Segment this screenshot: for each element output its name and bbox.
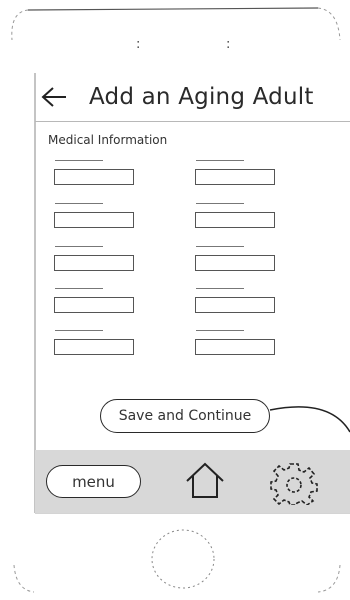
field-label-placeholder	[55, 330, 103, 331]
bottom-nav-bar: menu	[35, 450, 350, 513]
section-label: Medical Information	[48, 133, 168, 147]
field-label-placeholder	[196, 160, 244, 161]
home-icon[interactable]	[185, 462, 225, 500]
gear-icon[interactable]	[270, 461, 318, 505]
field-label-placeholder	[196, 246, 244, 247]
medical-field-input[interactable]	[54, 255, 134, 271]
medical-field-input[interactable]	[54, 297, 134, 313]
medical-field-input[interactable]	[195, 339, 275, 355]
menu-button[interactable]: menu	[46, 465, 141, 498]
field-label-placeholder	[55, 246, 103, 247]
app-screen: Add an Aging Adult Medical Information S…	[35, 73, 350, 513]
medical-field-input[interactable]	[195, 255, 275, 271]
status-dot-right: :	[226, 37, 231, 52]
field-label-placeholder	[196, 288, 244, 289]
medical-field-input[interactable]	[54, 212, 134, 228]
field-label-placeholder	[55, 288, 103, 289]
medical-field-input[interactable]	[195, 212, 275, 228]
field-label-placeholder	[196, 330, 244, 331]
medical-field-input[interactable]	[54, 339, 134, 355]
field-label-placeholder	[55, 160, 103, 161]
home-hardware-button	[151, 529, 215, 589]
medical-field-input[interactable]	[195, 297, 275, 313]
medical-field-input[interactable]	[195, 169, 275, 185]
header: Add an Aging Adult	[35, 73, 350, 122]
field-label-placeholder	[196, 203, 244, 204]
save-and-continue-button[interactable]: Save and Continue	[100, 399, 270, 433]
medical-field-input[interactable]	[54, 169, 134, 185]
field-label-placeholder	[55, 203, 103, 204]
status-dot-left: :	[136, 37, 141, 52]
back-arrow-icon[interactable]	[40, 85, 68, 109]
page-title: Add an Aging Adult	[89, 84, 314, 110]
